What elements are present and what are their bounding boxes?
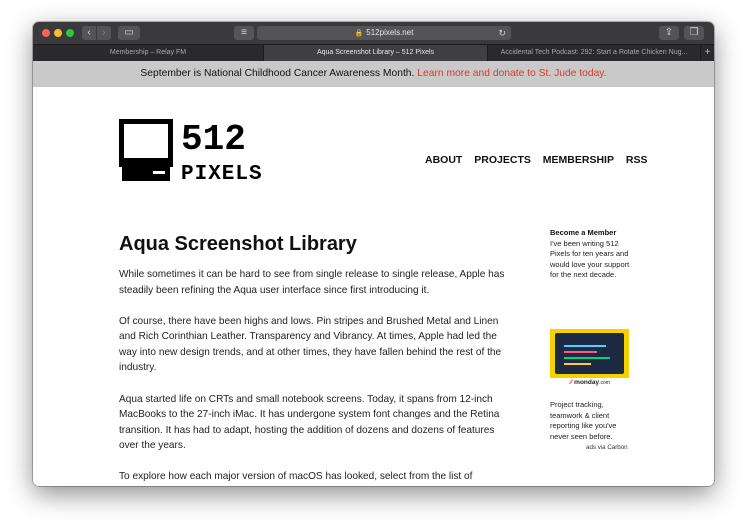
plus-icon: + <box>704 47 711 58</box>
banner-donate-link[interactable]: Learn more and donate to St. Jude today. <box>417 68 606 79</box>
show-tabs-button[interactable]: ❐ <box>684 26 704 40</box>
sidebar-icon: ▭ <box>124 27 134 38</box>
ad-text[interactable]: Project tracking, teamwork & client repo… <box>550 400 632 442</box>
carbon-ad-image[interactable] <box>550 329 629 378</box>
tab-aqua-library[interactable]: Aqua Screenshot Library – 512 Pixels <box>264 45 488 61</box>
new-tab-button[interactable]: + <box>701 45 714 61</box>
back-button[interactable]: ‹ <box>82 26 96 40</box>
share-button[interactable]: ⇪ <box>659 26 679 40</box>
forward-button[interactable]: › <box>97 26 111 40</box>
zoom-window-button[interactable] <box>66 29 74 37</box>
browser-window: ‹ › ▭ ≡ 🔒 512pixels.net ↻ ⇪ ❐ Membership … <box>33 22 714 486</box>
tab-atp-podcast[interactable]: Accidental Tech Podcast: 292: Start a Ro… <box>488 45 701 61</box>
nav-about[interactable]: ABOUT <box>425 154 462 166</box>
main-nav: ABOUT PROJECTS MEMBERSHIP RSS <box>425 154 657 166</box>
ad-via-carbon[interactable]: ads via Carbon <box>586 444 628 451</box>
address-bar[interactable]: 🔒 512pixels.net ↻ <box>257 26 511 40</box>
ad-brand-suffix: .com <box>599 380 610 386</box>
page-title: Aqua Screenshot Library <box>119 233 357 255</box>
512-pixels-logo-icon: 512 PIXELS <box>119 119 263 186</box>
article-paragraph: Of course, there have been highs and low… <box>119 315 502 374</box>
ad-screenshot <box>555 333 624 374</box>
browser-toolbar: ‹ › ▭ ≡ 🔒 512pixels.net ↻ ⇪ ❐ <box>33 22 714 44</box>
nav-membership[interactable]: MEMBERSHIP <box>543 154 614 166</box>
reader-view-button[interactable]: ≡ <box>234 26 254 40</box>
page-content: 512 PIXELS ABOUT PROJECTS MEMBERSHIP RSS… <box>33 87 714 486</box>
membership-text: I've been writing 512 Pixels for ten yea… <box>550 238 630 280</box>
article-paragraph: To explore how each major version of mac… <box>119 471 473 483</box>
article: Aqua Screenshot Library While sometimes … <box>119 233 511 486</box>
nav-projects[interactable]: PROJECTS <box>474 154 531 166</box>
ad-brand: monday <box>574 379 600 386</box>
tab-bar: Membership – Relay FM Aqua Screenshot Li… <box>33 44 714 61</box>
tab-relay-membership[interactable]: Membership – Relay FM <box>33 45 264 61</box>
logo-512-text: 512 <box>181 119 246 160</box>
share-icon: ⇪ <box>664 27 674 38</box>
lock-icon: 🔒 <box>354 30 364 37</box>
chevron-left-icon: ‹ <box>87 27 91 38</box>
nav-rss[interactable]: RSS <box>626 154 648 166</box>
ad-brand-logo: ⁄⁄ monday.com <box>570 379 610 386</box>
chevron-right-icon: › <box>102 27 106 38</box>
tabs-icon: ❐ <box>689 27 699 38</box>
article-paragraph: While sometimes it can be hard to see fr… <box>119 269 505 296</box>
monday-logo-icon: ⁄⁄ <box>570 379 573 386</box>
reload-icon[interactable]: ↻ <box>498 26 506 40</box>
url-text: 512pixels.net <box>366 28 414 37</box>
reader-icon: ≡ <box>241 27 247 38</box>
logo-pixels-text: PIXELS <box>181 163 263 182</box>
awareness-banner: September is National Childhood Cancer A… <box>33 61 714 87</box>
sidebar-toggle-button[interactable]: ▭ <box>118 26 140 40</box>
membership-promo: Become a Member I've been writing 512 Pi… <box>550 228 632 281</box>
article-paragraph: Aqua started life on CRTs and small note… <box>119 393 500 452</box>
membership-title[interactable]: Become a Member <box>550 228 632 239</box>
site-logo[interactable]: 512 PIXELS <box>119 119 273 187</box>
minimize-window-button[interactable] <box>54 29 62 37</box>
banner-text: September is National Childhood Cancer A… <box>140 68 418 79</box>
close-window-button[interactable] <box>42 29 50 37</box>
